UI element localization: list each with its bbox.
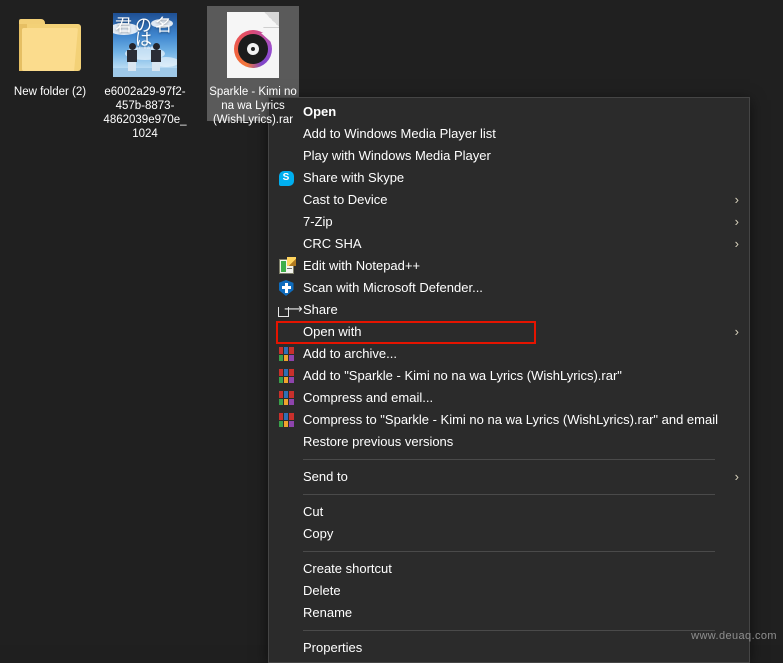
- menu-item-create-shortcut[interactable]: Create shortcut: [269, 558, 749, 580]
- menu-item-send-to[interactable]: Send to ›: [269, 466, 749, 488]
- winrar-glyph: [278, 347, 294, 361]
- winrar-icon: [269, 409, 303, 431]
- menu-item-label: Share with Skype: [303, 170, 405, 185]
- menu-item-properties[interactable]: Properties: [269, 637, 749, 659]
- thumbnail-subtitle-text: your name.: [128, 45, 162, 50]
- winrar-glyph: [278, 369, 294, 383]
- menu-item-label: Compress and email...: [303, 390, 434, 405]
- menu-item-icon-none: [269, 189, 303, 211]
- menu-item-icon-none: [269, 558, 303, 580]
- menu-item-label: Properties: [303, 640, 363, 655]
- menu-separator: [303, 459, 715, 460]
- chevron-right-icon: ›: [734, 324, 739, 339]
- context-menu[interactable]: Open Add to Windows Media Player list Play…: [268, 97, 750, 663]
- menu-item-icon-none: [269, 637, 303, 659]
- winrar-glyph: [278, 413, 294, 427]
- menu-item-icon-none: [269, 145, 303, 167]
- chevron-right-icon: ›: [734, 214, 739, 229]
- menu-item-label: Add to "Sparkle - Kimi no na wa Lyrics (…: [303, 368, 622, 383]
- winrar-glyph: [278, 391, 294, 405]
- menu-item-icon-none: [269, 233, 303, 255]
- winrar-icon: [269, 343, 303, 365]
- chevron-right-icon: ›: [734, 236, 739, 251]
- menu-item-compress-to-sparkle-kimi-no-na-wa-lyrics[interactable]: Compress to "Sparkle - Kimi no na wa Lyr…: [269, 409, 749, 431]
- menu-separator: [303, 551, 715, 552]
- menu-item-7-zip[interactable]: 7-Zip ›: [269, 211, 749, 233]
- menu-item-label: 7-Zip: [303, 214, 333, 229]
- desktop-icon-label: Sparkle - Kimi no na wa Lyrics (WishLyri…: [209, 86, 297, 126]
- menu-item-label: Open: [303, 104, 337, 119]
- menu-item-share[interactable]: ⟶ Share: [269, 299, 749, 321]
- menu-item-compress-and-email[interactable]: Compress and email...: [269, 387, 749, 409]
- menu-item-cut[interactable]: Cut: [269, 501, 749, 523]
- menu-item-play-with-windows-media-player[interactable]: Play with Windows Media Player: [269, 145, 749, 167]
- chevron-right-icon: ›: [734, 469, 739, 484]
- menu-separator: [303, 630, 715, 631]
- winrar-icon: [269, 387, 303, 409]
- menu-item-icon-none: [269, 580, 303, 602]
- defender-shield-icon: [269, 277, 303, 299]
- menu-item-label: Add to Windows Media Player list: [303, 126, 496, 141]
- menu-item-label: Cut: [303, 504, 324, 519]
- menu-item-label: CRC SHA: [303, 236, 362, 251]
- menu-item-label: Cast to Device: [303, 192, 388, 207]
- menu-item-open[interactable]: Open: [269, 101, 749, 123]
- menu-item-label: Rename: [303, 605, 353, 620]
- desktop-icon-label: New folder (2): [13, 86, 87, 98]
- menu-item-share-with-skype[interactable]: S Share with Skype: [269, 167, 749, 189]
- menu-item-icon-none: [269, 211, 303, 233]
- skype-icon: S: [269, 167, 303, 189]
- menu-item-label: Copy: [303, 526, 334, 541]
- menu-item-label: Add to archive...: [303, 346, 397, 361]
- folder-icon: [4, 6, 96, 84]
- menu-item-icon-none: [269, 501, 303, 523]
- menu-item-icon-none: [269, 321, 303, 343]
- menu-item-label: Play with Windows Media Player: [303, 148, 491, 163]
- desktop-icon-music-file[interactable]: Sparkle - Kimi no na wa Lyrics (WishLyri…: [207, 6, 299, 126]
- menu-item-icon-none: [269, 431, 303, 453]
- menu-item-copy[interactable]: Copy: [269, 523, 749, 545]
- desktop-icon-image-file[interactable]: 君の名は your name. e6002a29-97f2-457b-8873-…: [99, 6, 191, 143]
- menu-item-label: Open with: [303, 324, 362, 339]
- desktop-icon-new-folder[interactable]: New folder (2): [4, 6, 96, 101]
- picture-thumbnail-icon: 君の名は your name.: [99, 6, 191, 84]
- watermark: www.deuaq.com: [691, 630, 777, 642]
- menu-item-add-to-windows-media-player-list[interactable]: Add to Windows Media Player list: [269, 123, 749, 145]
- menu-item-label: Compress to "Sparkle - Kimi no na wa Lyr…: [303, 412, 718, 427]
- menu-item-cast-to-device[interactable]: Cast to Device ›: [269, 189, 749, 211]
- winrar-icon: [269, 365, 303, 387]
- menu-item-label: Delete: [303, 583, 341, 598]
- menu-item-label: Share: [303, 302, 338, 317]
- menu-item-add-to-archive[interactable]: Add to archive...: [269, 343, 749, 365]
- menu-item-edit-with-notepad[interactable]: Edit with Notepad++: [269, 255, 749, 277]
- menu-item-icon-none: [269, 602, 303, 624]
- notepadpp-icon: [269, 255, 303, 277]
- menu-item-open-with[interactable]: Open with ›: [269, 321, 749, 344]
- desktop: New folder (2) 君の名は your name. e6002a29-…: [0, 0, 783, 663]
- share-glyph: ⟶: [278, 302, 303, 317]
- share-icon: ⟶: [269, 299, 303, 321]
- menu-item-icon-none: [269, 466, 303, 488]
- menu-item-restore-previous-versions[interactable]: Restore previous versions: [269, 431, 749, 453]
- menu-item-rename[interactable]: Rename: [269, 602, 749, 624]
- menu-item-label: Create shortcut: [303, 561, 392, 576]
- menu-item-add-to-sparkle-kimi-no-na-wa-lyrics-wish[interactable]: Add to "Sparkle - Kimi no na wa Lyrics (…: [269, 365, 749, 387]
- chevron-right-icon: ›: [734, 192, 739, 207]
- desktop-icon-label: e6002a29-97f2-457b-8873-4862039e970e_102…: [103, 86, 187, 140]
- menu-item-crc-sha[interactable]: CRC SHA ›: [269, 233, 749, 255]
- menu-item-label: Send to: [303, 469, 348, 484]
- menu-item-label: Scan with Microsoft Defender...: [303, 280, 483, 295]
- shield-glyph: [278, 280, 294, 296]
- menu-item-label: Edit with Notepad++: [303, 258, 421, 273]
- menu-separator: [303, 494, 715, 495]
- menu-item-label: Restore previous versions: [303, 434, 454, 449]
- menu-item-icon-none: [269, 523, 303, 545]
- skype-glyph: S: [278, 170, 294, 186]
- menu-item-delete[interactable]: Delete: [269, 580, 749, 602]
- menu-item-scan-with-microsoft-defender[interactable]: Scan with Microsoft Defender...: [269, 277, 749, 299]
- groove-music-file-icon: [207, 6, 299, 84]
- notepadpp-glyph: [278, 256, 296, 274]
